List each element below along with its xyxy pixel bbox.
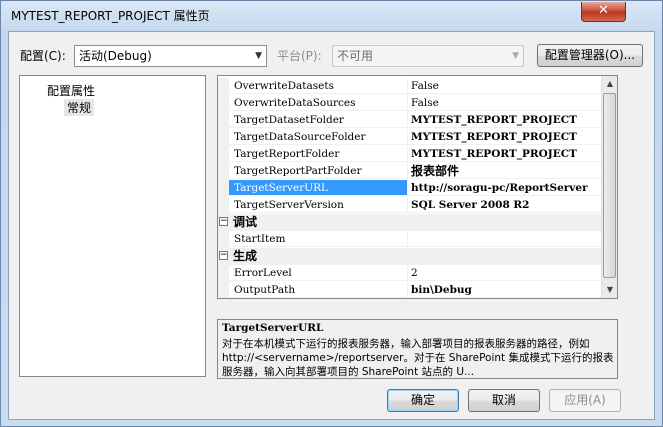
grid-row[interactable]: OutputPath bin\Debug <box>218 282 601 298</box>
close-button[interactable]: ✕ <box>581 2 626 22</box>
grid-row[interactable]: ErrorLevel 2 <box>218 265 601 282</box>
property-value[interactable]: bin\Debug <box>408 282 601 298</box>
collapse-icon[interactable]: − <box>219 251 228 260</box>
property-name: OutputPath <box>229 282 408 298</box>
grid-row[interactable]: OverwriteDatasets False <box>218 78 601 95</box>
scroll-up-icon[interactable]: ▲ <box>602 76 617 92</box>
property-grid[interactable]: OverwriteDatasets False OverwriteDataSour… <box>217 75 618 299</box>
grid-row[interactable]: TargetDatasetFolder MYTEST_REPORT_PROJECT <box>218 112 601 129</box>
property-name: TargetDatasetFolder <box>229 112 408 128</box>
config-value: 活动(Debug) <box>79 49 152 63</box>
grid-row[interactable]: TargetReportPartFolder 报表部件 <box>218 163 601 180</box>
description-title: TargetServerURL <box>222 322 324 334</box>
property-name: OverwriteDataSources <box>229 95 408 111</box>
properties-window: MYTEST_REPORT_PROJECT 属性页 ✕ 配置(C): 活动(De… <box>0 0 663 427</box>
scroll-down-icon[interactable]: ▼ <box>602 282 617 298</box>
category-label: 生成 <box>233 249 258 263</box>
tree-item-config-properties[interactable]: 配置属性 <box>47 82 95 99</box>
grid-row[interactable]: StartItem <box>218 231 601 248</box>
description-text: 对于在本机模式下运行的报表服务器，输入部署项目的报表服务器的路径，例如 http… <box>222 338 614 378</box>
category-debug[interactable]: − 调试 <box>218 214 601 231</box>
property-name: TargetReportFolder <box>229 146 408 162</box>
tree-item-general[interactable]: 常规 <box>64 99 95 116</box>
grid-row[interactable]: TargetDataSourceFolder MYTEST_REPORT_PROJ… <box>218 129 601 146</box>
property-name: TargetServerVersion <box>229 197 408 213</box>
close-icon: ✕ <box>598 3 609 18</box>
config-select[interactable]: 活动(Debug) ▼ <box>74 45 267 67</box>
category-build[interactable]: − 生成 <box>218 248 601 265</box>
grid-row-selected[interactable]: TargetServerURL http://soragu-pc/ReportSe… <box>218 180 601 197</box>
apply-button[interactable]: 应用(A) <box>549 389 621 412</box>
description-panel: TargetServerURL 对于在本机模式下运行的报表服务器，输入部署项目的… <box>217 319 618 379</box>
chevron-down-icon: ▼ <box>512 51 519 61</box>
property-name: OverwriteDatasets <box>229 78 408 94</box>
property-value[interactable]: http://soragu-pc/ReportServer <box>408 180 601 196</box>
property-value[interactable]: MYTEST_REPORT_PROJECT <box>408 112 601 128</box>
cancel-button[interactable]: 取消 <box>468 389 540 412</box>
property-value[interactable]: SQL Server 2008 R2 <box>408 197 601 213</box>
property-name: TargetServerURL <box>229 180 408 196</box>
property-name: TargetReportPartFolder <box>229 163 408 179</box>
property-value[interactable]: 2 <box>408 265 601 281</box>
collapse-icon[interactable]: − <box>219 217 228 226</box>
grid-row[interactable]: OverwriteDataSources False <box>218 95 601 112</box>
chevron-down-icon: ▼ <box>255 51 262 61</box>
title-bar[interactable]: MYTEST_REPORT_PROJECT 属性页 ✕ <box>1 1 662 31</box>
property-name: ErrorLevel <box>229 265 408 281</box>
property-value[interactable]: 报表部件 <box>408 163 601 179</box>
property-value[interactable] <box>408 231 601 247</box>
platform-select[interactable]: 不可用 ▼ <box>332 45 524 67</box>
config-manager-button[interactable]: 配置管理器(O)... <box>537 44 643 67</box>
property-value[interactable]: MYTEST_REPORT_PROJECT <box>408 129 601 145</box>
vertical-scrollbar[interactable]: ▲ ▼ <box>601 76 617 298</box>
grid-row[interactable]: TargetServerVersion SQL Server 2008 R2 <box>218 197 601 214</box>
window-title: MYTEST_REPORT_PROJECT 属性页 <box>11 9 210 23</box>
property-value[interactable]: False <box>408 95 601 111</box>
property-value[interactable]: False <box>408 78 601 94</box>
property-name: StartItem <box>229 231 408 247</box>
property-tree[interactable]: 配置属性 常规 <box>19 75 206 377</box>
platform-value: 不可用 <box>337 49 374 63</box>
scroll-thumb[interactable] <box>603 93 616 278</box>
property-name: TargetDataSourceFolder <box>229 129 408 145</box>
config-label: 配置(C): <box>20 49 66 63</box>
ok-button[interactable]: 确定 <box>387 389 459 412</box>
platform-label: 平台(P): <box>277 49 322 63</box>
grid-row[interactable]: TargetReportFolder MYTEST_REPORT_PROJECT <box>218 146 601 163</box>
property-value[interactable]: MYTEST_REPORT_PROJECT <box>408 146 601 162</box>
dialog-client: 配置(C): 活动(Debug) ▼ 平台(P): 不可用 ▼ 配置管理器(O)… <box>8 31 655 420</box>
category-label: 调试 <box>233 215 258 229</box>
